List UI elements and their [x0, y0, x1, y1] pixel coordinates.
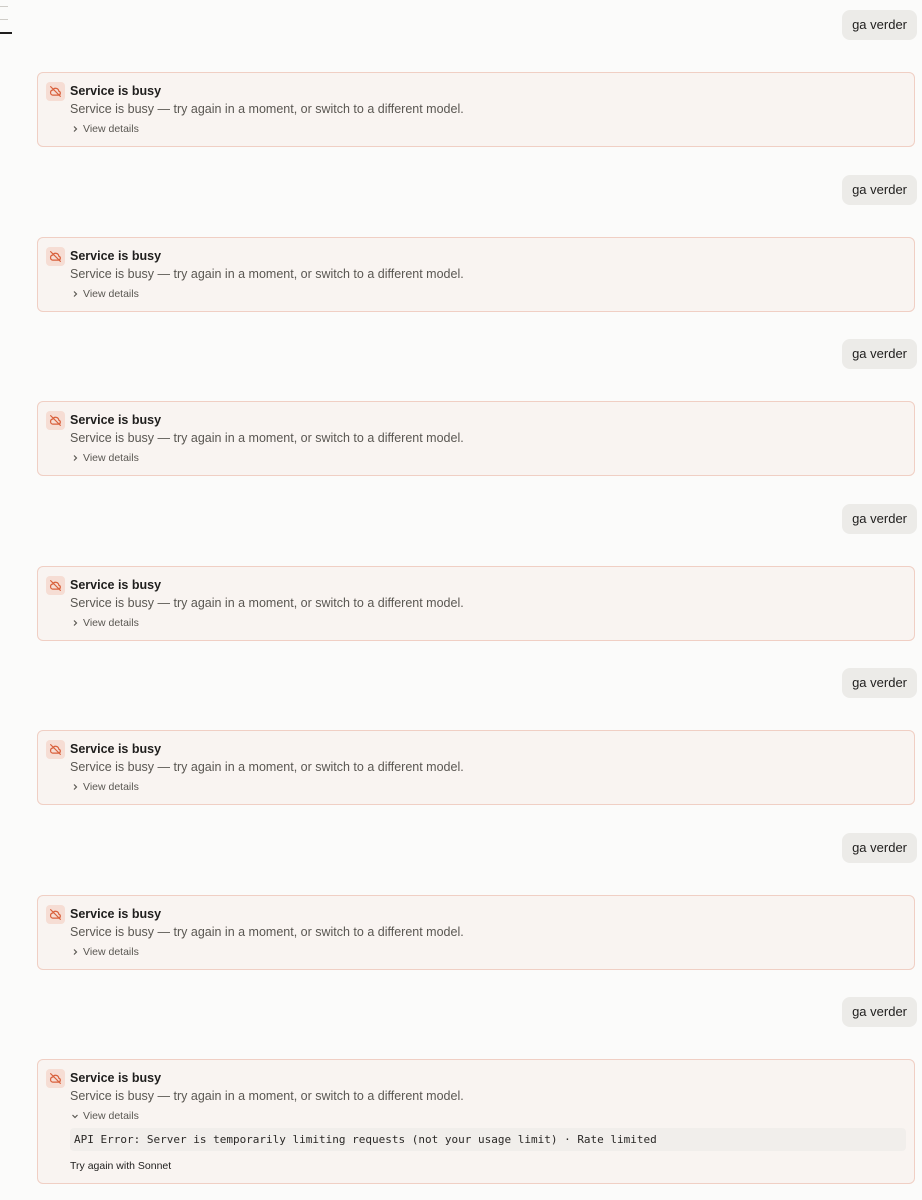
cloud-off-icon: [46, 740, 65, 759]
user-message[interactable]: ga verder: [842, 997, 917, 1027]
error-card: Service is busy Service is busy — try ag…: [37, 237, 915, 312]
chevron-right-icon: [73, 455, 78, 461]
error-card: Service is busy Service is busy — try ag…: [37, 566, 915, 641]
outline-marker-active[interactable]: [0, 32, 12, 34]
conversation-outline[interactable]: [0, 6, 14, 46]
api-error-details: API Error: Server is temporarily limitin…: [70, 1128, 906, 1151]
error-message: Service is busy — try again in a moment,…: [70, 596, 464, 610]
error-message: Service is busy — try again in a moment,…: [70, 925, 464, 939]
cloud-off-icon: [46, 576, 65, 595]
error-card-expanded: Service is busy Service is busy — try ag…: [37, 1059, 915, 1184]
retry-with-sonnet-button[interactable]: Try again with Sonnet: [70, 1157, 906, 1175]
error-card: Service is busy Service is busy — try ag…: [37, 72, 915, 147]
cloud-off-icon: [46, 1069, 65, 1088]
chevron-right-icon: [73, 620, 78, 626]
conversation-view: ga verder Service is busy Service is bus…: [0, 0, 922, 1200]
user-message[interactable]: ga verder: [842, 504, 917, 534]
view-details-toggle[interactable]: View details: [70, 778, 906, 796]
outline-marker[interactable]: [0, 6, 8, 7]
error-card: Service is busy Service is busy — try ag…: [37, 401, 915, 476]
user-message[interactable]: ga verder: [842, 339, 917, 369]
view-details-label: View details: [83, 452, 139, 464]
outline-marker[interactable]: [0, 19, 8, 20]
chevron-right-icon: [73, 784, 78, 790]
user-message[interactable]: ga verder: [842, 833, 917, 863]
view-details-toggle[interactable]: View details: [70, 943, 906, 961]
error-message: Service is busy — try again in a moment,…: [70, 760, 464, 774]
view-details-toggle[interactable]: View details: [70, 614, 906, 632]
view-details-toggle[interactable]: View details: [70, 1107, 906, 1125]
view-details-toggle[interactable]: View details: [70, 449, 906, 467]
error-title: Service is busy: [70, 907, 162, 921]
error-title: Service is busy: [70, 742, 162, 756]
cloud-off-icon: [46, 247, 65, 266]
error-title: Service is busy: [70, 1071, 162, 1085]
view-details-label: View details: [83, 617, 139, 629]
error-card: Service is busy Service is busy — try ag…: [37, 895, 915, 970]
user-message[interactable]: ga verder: [842, 10, 917, 40]
view-details-toggle[interactable]: View details: [70, 120, 906, 138]
error-message: Service is busy — try again in a moment,…: [70, 102, 464, 116]
chevron-down-icon: [72, 1114, 78, 1119]
user-message[interactable]: ga verder: [842, 668, 917, 698]
view-details-label: View details: [83, 781, 139, 793]
view-details-label: View details: [83, 123, 139, 135]
chevron-right-icon: [73, 126, 78, 132]
view-details-toggle[interactable]: View details: [70, 285, 906, 303]
cloud-off-icon: [46, 411, 65, 430]
error-title: Service is busy: [70, 578, 162, 592]
cloud-off-icon: [46, 82, 65, 101]
view-details-label: View details: [83, 1110, 139, 1122]
view-details-label: View details: [83, 288, 139, 300]
chevron-right-icon: [73, 949, 78, 955]
error-card: Service is busy Service is busy — try ag…: [37, 730, 915, 805]
error-message: Service is busy — try again in a moment,…: [70, 1089, 464, 1103]
error-title: Service is busy: [70, 413, 162, 427]
error-message: Service is busy — try again in a moment,…: [70, 431, 464, 445]
cloud-off-icon: [46, 905, 65, 924]
error-title: Service is busy: [70, 84, 162, 98]
chevron-right-icon: [73, 291, 78, 297]
user-message[interactable]: ga verder: [842, 175, 917, 205]
view-details-label: View details: [83, 946, 139, 958]
error-message: Service is busy — try again in a moment,…: [70, 267, 464, 281]
error-title: Service is busy: [70, 249, 162, 263]
